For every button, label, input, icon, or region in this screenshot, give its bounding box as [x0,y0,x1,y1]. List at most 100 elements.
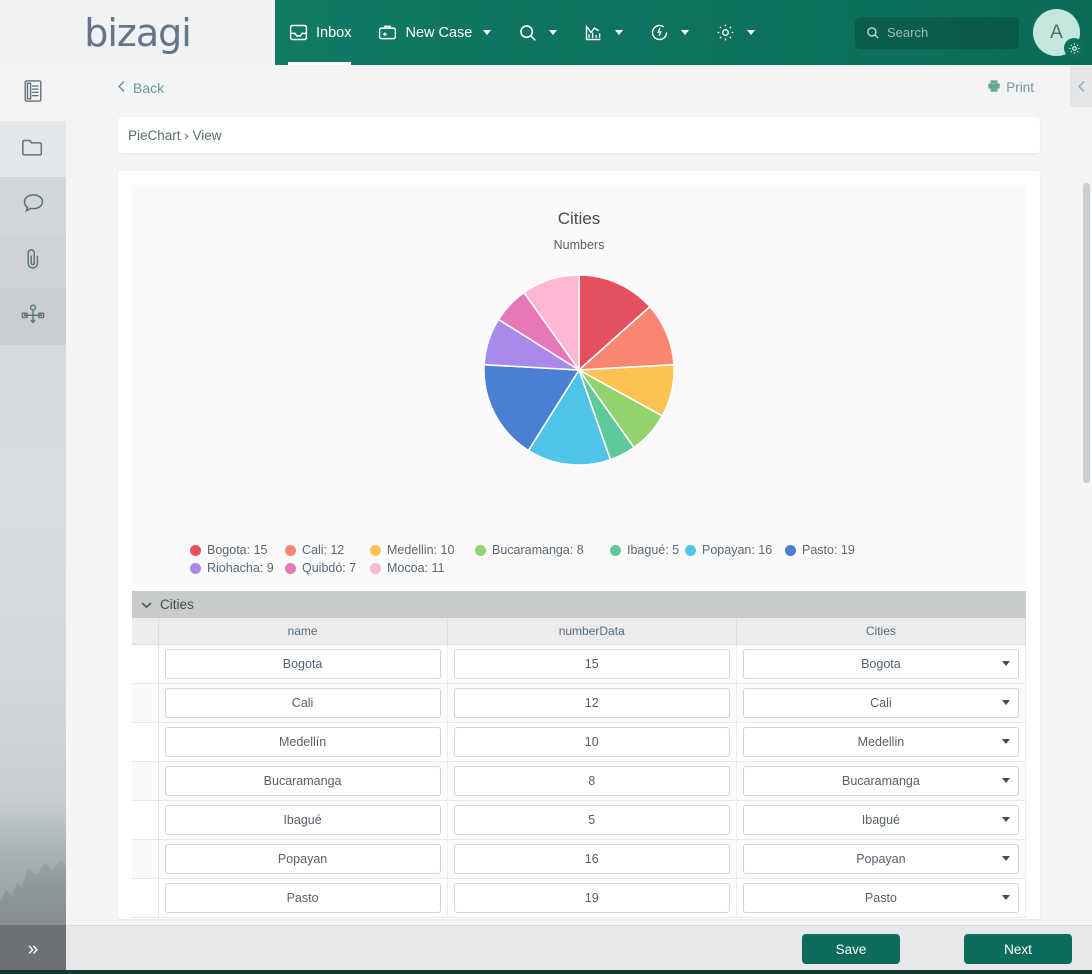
row-gutter [132,683,159,723]
city-select[interactable]: Popayan [742,843,1019,874]
chevron-down-icon [1002,855,1010,861]
cell-value: Bucaramanga [841,773,920,788]
legend-item[interactable]: Bucaramanga: 8 [475,543,610,557]
city-select[interactable]: Ibagué [742,804,1019,835]
main-content: Back Print PieChart › View Cities Number… [66,65,1092,925]
legend-item[interactable]: Riohacha: 9 [190,561,285,575]
sidebar-item-comments[interactable] [0,177,66,233]
number-field[interactable]: 16 [453,843,730,874]
legend-label: Medellin: 10 [387,543,455,557]
chevron-down-icon [141,601,152,608]
chevron-down-icon [1002,738,1010,744]
nav-item-analytics[interactable] [570,0,636,65]
legend-item[interactable]: Bogota: 15 [190,543,285,557]
table-row: Popayan 16 Popayan [132,839,1027,879]
search-icon [517,22,538,43]
expand-sidebar-button[interactable]: » [0,925,66,974]
chevron-down-icon [1002,816,1010,822]
name-field[interactable]: Cali [164,687,441,718]
brand-logo-text: bizagi [84,10,192,55]
collapse-panel-button[interactable] [1070,65,1092,107]
gear-icon[interactable] [1064,38,1084,58]
name-field[interactable]: Popayan [164,843,441,874]
name-field[interactable]: Bogota [164,648,441,679]
number-field[interactable]: 10 [453,726,730,757]
cell-value: Bucaramanga [263,773,342,788]
next-button[interactable]: Next [964,934,1072,964]
table-cell: Medellín [158,722,448,762]
legend-color-dot [190,562,201,574]
legend-item[interactable]: Ibagué: 5 [610,543,685,557]
nav-item-settings[interactable] [702,0,768,65]
number-field[interactable]: 19 [453,882,730,913]
number-field[interactable]: 8 [453,765,730,796]
cell-value: 5 [588,812,596,827]
window-bottom-edge [0,970,1092,974]
city-select[interactable]: Bucaramanga [742,765,1019,796]
legend-label: Quibdó: 7 [302,561,357,575]
number-field[interactable]: 12 [453,687,730,718]
city-select[interactable]: Bogota [742,648,1019,679]
grid-section-header[interactable]: Cities [132,591,1026,618]
printer-icon [987,79,1001,96]
print-button[interactable]: Print [987,79,1034,96]
city-select[interactable]: Pasto [742,882,1019,913]
row-gutter [132,722,159,762]
nav-item-inbox[interactable]: Inbox [275,0,364,65]
chevron-left-icon [1077,80,1084,92]
cell-value: Medellín [278,734,327,749]
table-cell: Bucaramanga [736,761,1027,801]
legend-label: Mocoa: 11 [387,561,445,575]
brand-logo[interactable]: bizagi [0,0,275,65]
table-cell: 16 [447,839,737,879]
legend-row: Riohacha: 9 Quibdó: 7 Mocoa: 11 [190,561,968,575]
nav-item-new-case[interactable]: New Case [364,0,504,65]
legend-label: Ibagué: 5 [627,543,680,557]
nav-item-search[interactable] [504,0,570,65]
table-row: Ibagué 5 Ibagué [132,800,1027,840]
name-field[interactable]: Ibagué [164,804,441,835]
row-gutter [132,800,159,840]
sidebar-item-attachments[interactable] [0,233,66,289]
table-cell: Ibagué [736,800,1027,840]
legend-item[interactable]: Medellin: 10 [370,543,475,557]
legend-label: Cali: 12 [302,543,345,557]
legend-item[interactable]: Popayan: 16 [685,543,785,557]
number-field[interactable]: 5 [453,804,730,835]
inbox-icon [288,22,309,43]
avatar-initial: A [1050,21,1063,43]
name-field[interactable]: Pasto [164,882,441,913]
cell-value: Cali [291,695,314,710]
save-button[interactable]: Save [802,934,900,964]
back-button[interactable]: Back [116,80,164,96]
cell-value: 16 [584,851,599,866]
print-label: Print [1006,80,1034,95]
legend-item[interactable]: Cali: 12 [285,543,370,557]
left-icon-rail [0,65,66,925]
analytics-chart-icon [583,22,604,43]
content-scrollbar[interactable] [1083,183,1090,483]
sidebar-item-form[interactable] [0,65,66,121]
sidebar-item-process[interactable] [0,289,66,345]
city-select[interactable]: Cali [742,687,1019,718]
number-field[interactable]: 15 [453,648,730,679]
name-field[interactable]: Bucaramanga [164,765,441,796]
process-flow-icon [21,303,45,332]
nav-item-performance[interactable] [636,0,702,65]
cell-value: Bogota [282,656,323,671]
pie-chart-svg[interactable] [481,272,677,468]
search-input[interactable] [855,16,1019,49]
name-field[interactable]: Medellín [164,726,441,757]
user-menu[interactable]: A [1033,9,1084,58]
city-select[interactable]: Medellin [742,726,1019,757]
breadcrumb-text: PieChart › View [128,127,222,143]
legend-item[interactable]: Mocoa: 11 [370,561,475,575]
legend-color-dot [475,544,486,556]
table-cell: 19 [447,878,737,918]
table-row: Bogota 15 Bogota [132,644,1027,684]
sidebar-item-documents[interactable] [0,121,66,177]
legend-color-dot [610,544,621,556]
legend-item[interactable]: Pasto: 19 [785,543,880,557]
legend-item[interactable]: Quibdó: 7 [285,561,370,575]
table-header-row: name numberData Cities [132,618,1027,645]
